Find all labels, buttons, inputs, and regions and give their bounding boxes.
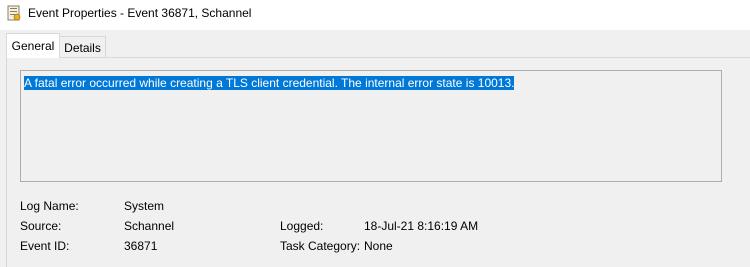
event-viewer-icon — [7, 5, 21, 21]
log-name-label: Log Name: — [20, 199, 79, 213]
source-label: Source: — [20, 219, 62, 233]
source-value[interactable]: Schannel — [124, 219, 174, 233]
task-category-value[interactable]: None — [364, 239, 393, 253]
event-id-label: Event ID: — [20, 239, 70, 253]
tab-general-label: General — [11, 39, 55, 53]
tab-details[interactable]: Details — [60, 36, 106, 58]
tab-strip: General Details — [0, 30, 750, 58]
title-bar: Event Properties - Event 36871, Schannel — [0, 0, 750, 30]
window-title: Event Properties - Event 36871, Schannel — [28, 6, 252, 20]
tab-details-label: Details — [64, 40, 101, 55]
logged-label: Logged: — [280, 219, 324, 233]
event-description-box[interactable]: A fatal error occurred while creating a … — [20, 70, 722, 182]
tab-general[interactable]: General — [6, 33, 60, 58]
task-category-label: Task Category: — [280, 239, 361, 253]
log-name-value[interactable]: System — [124, 199, 164, 213]
event-id-value[interactable]: 36871 — [124, 239, 157, 253]
logged-value[interactable]: 18-Jul-21 8:16:19 AM — [364, 219, 478, 233]
event-description-text[interactable]: A fatal error occurred while creating a … — [24, 76, 515, 90]
